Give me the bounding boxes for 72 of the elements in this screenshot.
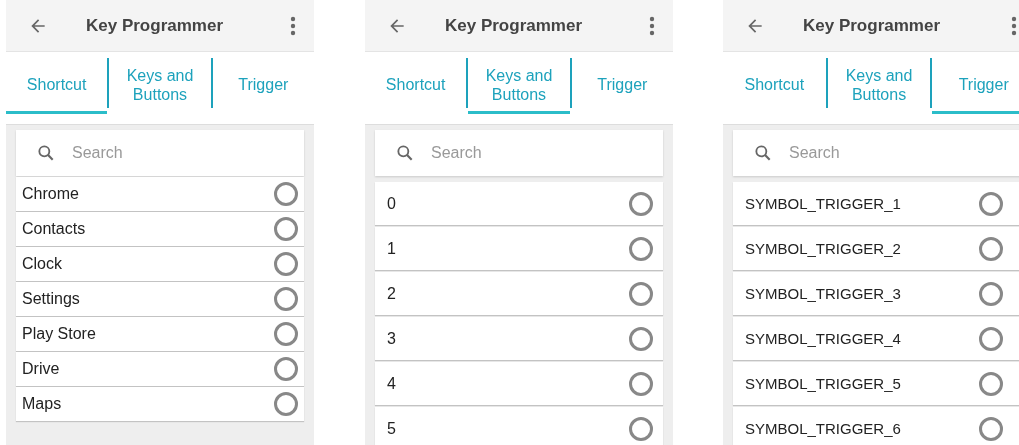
item-label: Play Store [22, 325, 96, 343]
item-label: Contacts [22, 220, 86, 238]
radio-button[interactable] [274, 287, 298, 311]
item-label: SYMBOL_TRIGGER_4 [745, 330, 901, 347]
list-item[interactable]: Settings [16, 282, 304, 316]
item-label: 0 [387, 194, 396, 213]
search-field[interactable]: Search [375, 130, 663, 176]
more-options-icon[interactable] [649, 15, 655, 36]
list-item[interactable]: SYMBOL_TRIGGER_5 [733, 362, 1019, 405]
list-item[interactable]: 1 [375, 227, 663, 270]
search-icon [395, 143, 415, 163]
radio-button[interactable] [979, 191, 1003, 216]
item-label: Chrome [22, 185, 79, 203]
item-label: 2 [387, 284, 396, 303]
item-label: 1 [387, 239, 396, 258]
radio-button[interactable] [629, 281, 653, 306]
radio-button[interactable] [629, 371, 653, 396]
list-item[interactable]: Clock [16, 247, 304, 281]
list-item[interactable]: 4 [375, 362, 663, 405]
list-item[interactable]: 0 [375, 182, 663, 225]
item-label: Settings [22, 290, 80, 308]
item-label: Drive [22, 360, 60, 378]
radio-button[interactable] [629, 416, 653, 441]
item-label: SYMBOL_TRIGGER_1 [745, 195, 901, 212]
list-item[interactable]: 2 [375, 272, 663, 315]
search-icon [36, 143, 56, 163]
search-icon [753, 143, 773, 163]
radio-button[interactable] [274, 252, 298, 276]
more-options-icon[interactable] [290, 15, 296, 36]
search-field[interactable]: Search [733, 130, 1019, 176]
screen-title: Key Programmer [86, 15, 224, 36]
radio-button[interactable] [274, 357, 298, 381]
list-item[interactable]: Chrome [16, 177, 304, 211]
list-item[interactable]: Play Store [16, 317, 304, 351]
list-item[interactable]: SYMBOL_TRIGGER_2 [733, 227, 1019, 270]
list-item[interactable]: SYMBOL_TRIGGER_3 [733, 272, 1019, 315]
item-label: Maps [22, 395, 62, 413]
item-label: SYMBOL_TRIGGER_2 [745, 240, 901, 257]
search-input[interactable]: Search [429, 143, 663, 163]
radio-button[interactable] [979, 326, 1003, 351]
list-item[interactable]: SYMBOL_TRIGGER_1 [733, 182, 1019, 225]
item-label: SYMBOL_TRIGGER_6 [745, 420, 901, 437]
radio-button[interactable] [979, 416, 1003, 441]
radio-button[interactable] [629, 236, 653, 261]
more-options-icon[interactable] [1011, 15, 1017, 36]
radio-button[interactable] [274, 322, 298, 346]
list-item[interactable]: Drive [16, 352, 304, 386]
item-label: SYMBOL_TRIGGER_5 [745, 375, 901, 392]
list-item[interactable]: Maps [16, 387, 304, 421]
search-input[interactable]: Search [70, 143, 304, 163]
list-item[interactable]: Contacts [16, 212, 304, 246]
item-label: Clock [22, 255, 62, 273]
search-field[interactable]: Search [16, 130, 304, 176]
item-label: 3 [387, 329, 396, 348]
search-input[interactable]: Search [787, 143, 1019, 163]
radio-button[interactable] [274, 392, 298, 416]
list-item[interactable]: SYMBOL_TRIGGER_6 [733, 407, 1019, 445]
radio-button[interactable] [274, 182, 298, 206]
item-label: 5 [387, 419, 396, 438]
radio-button[interactable] [629, 191, 653, 216]
screen-title: Key Programmer [445, 15, 583, 36]
list-item[interactable]: 5 [375, 407, 663, 445]
radio-button[interactable] [979, 281, 1003, 306]
radio-button[interactable] [274, 217, 298, 241]
radio-button[interactable] [979, 371, 1003, 396]
item-label: 4 [387, 374, 396, 393]
screen-title: Key Programmer [803, 15, 941, 36]
item-label: SYMBOL_TRIGGER_3 [745, 285, 901, 302]
radio-button[interactable] [979, 236, 1003, 261]
list-item[interactable]: 3 [375, 317, 663, 360]
list-item[interactable]: SYMBOL_TRIGGER_4 [733, 317, 1019, 360]
radio-button[interactable] [629, 326, 653, 351]
